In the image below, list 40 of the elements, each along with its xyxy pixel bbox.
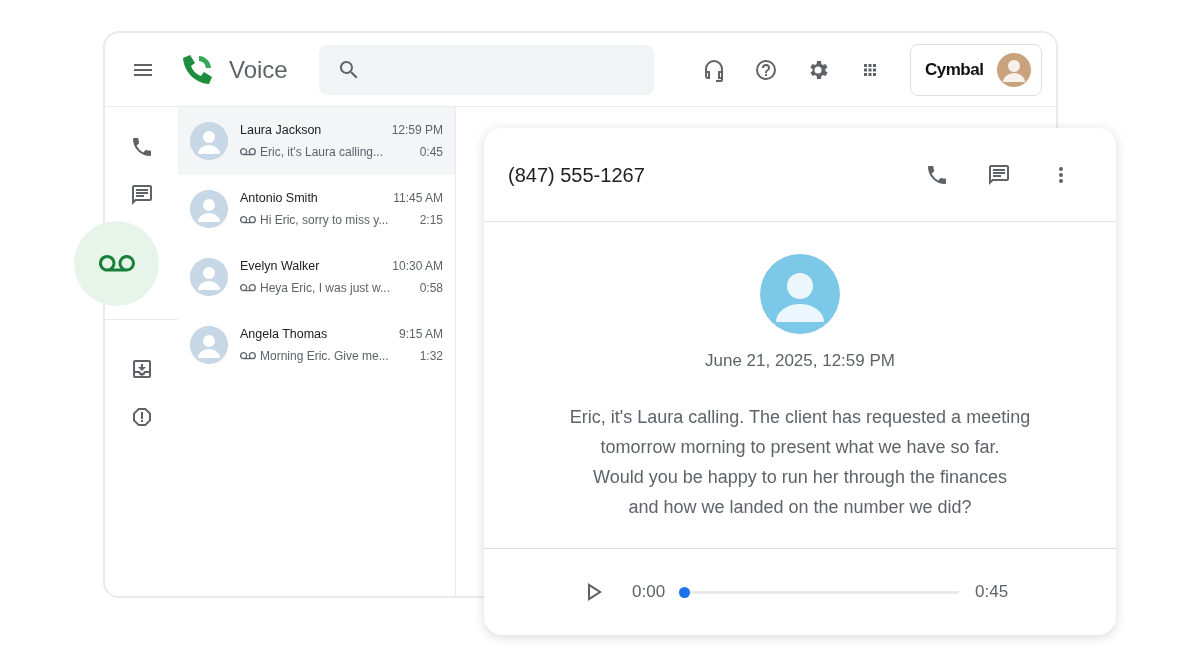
conversation-item[interactable]: Angela Thomas 9:15 AM Morning Eric. Give me... 1:32 <box>178 311 455 379</box>
conversation-item[interactable]: Laura Jackson 12:59 PM Eric, it's Laura calling... 0:45 <box>178 107 455 175</box>
conversation-item[interactable]: Evelyn Walker 10:30 AM Heya Eric, I was just w... 0:58 <box>178 243 455 311</box>
avatar-icon <box>190 190 228 228</box>
message-icon <box>987 162 1011 187</box>
message-time: 11:45 AM <box>393 189 443 207</box>
message-preview: Morning Eric. Give me... <box>260 348 389 366</box>
slider-thumb[interactable] <box>679 586 691 598</box>
more-icon <box>1059 166 1063 183</box>
current-time: 0:00 <box>632 581 666 604</box>
message-time: 9:15 AM <box>398 325 443 343</box>
total-time: 0:45 <box>975 581 1009 604</box>
headset-icon <box>702 57 726 82</box>
avatar-icon <box>190 326 228 364</box>
voicemail-duration: 2:15 <box>419 212 443 230</box>
app-title: Voice <box>229 54 289 85</box>
voicemail-duration: 1:32 <box>419 348 443 366</box>
message-preview: Heya Eric, I was just w... <box>260 280 391 298</box>
avatar-icon <box>760 254 840 334</box>
account-button[interactable]: Cymbal <box>910 43 1042 96</box>
contact-name: Laura Jackson <box>240 121 322 139</box>
avatar-icon <box>997 52 1031 87</box>
voicemail-transcript: Eric, it's Laura calling. The client has requested a meeting tomorrow morning to present what we have so far. Would you be happy to run her through the finances and how we landed on the number we did? <box>568 405 1032 519</box>
voicemail-date: June 21, 2025, 12:59 PM <box>705 350 895 372</box>
contact-name: Antonio Smith <box>240 189 318 207</box>
message-icon <box>129 183 154 207</box>
contact-name: Evelyn Walker <box>240 257 320 275</box>
message-preview: Hi Eric, sorry to miss y... <box>260 212 389 230</box>
contact-name: Angela Thomas <box>240 325 328 343</box>
phone-number: (847) 555-1267 <box>508 162 646 188</box>
voicemail-duration: 0:58 <box>419 280 443 298</box>
message-preview: Eric, it's Laura calling... <box>260 144 383 162</box>
message-time: 10:30 AM <box>392 257 443 275</box>
search-field[interactable] <box>319 44 654 95</box>
message-time: 12:59 PM <box>391 121 443 139</box>
avatar-icon <box>190 122 228 160</box>
conversation-item[interactable]: Antonio Smith 11:45 AM Hi Eric, sorry to miss y... 2:15 <box>178 175 455 243</box>
help-icon <box>754 57 778 82</box>
voicemail-duration: 0:45 <box>419 144 443 162</box>
avatar-icon <box>190 258 228 296</box>
